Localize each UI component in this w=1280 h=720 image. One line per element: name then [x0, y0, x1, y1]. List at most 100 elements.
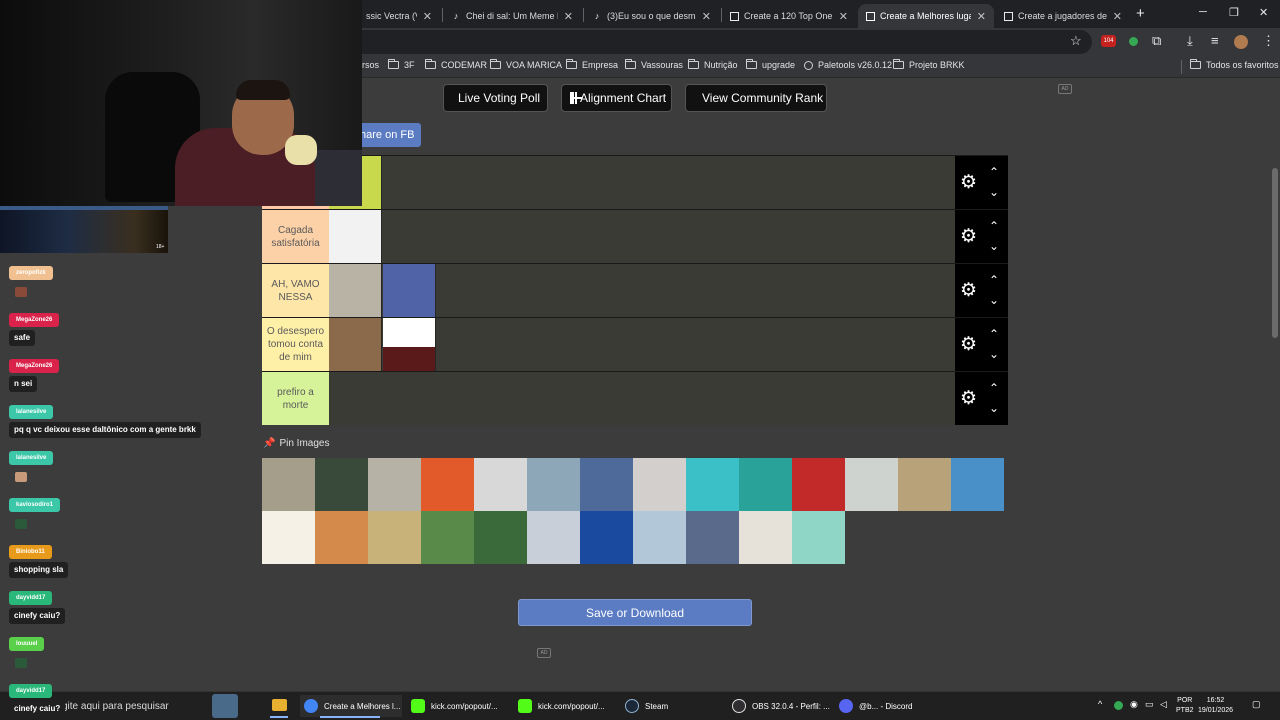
new-tab-icon[interactable]: + — [1136, 5, 1145, 22]
pool-image[interactable] — [580, 511, 633, 564]
tab-close-icon[interactable]: ✕ — [833, 10, 848, 23]
tier-label[interactable]: O desespero tomou conta de mim — [262, 318, 329, 371]
taskbar-app-kick[interactable]: kick.com/popout/... — [407, 695, 509, 717]
taskbar-app-kick[interactable]: kick.com/popout/... — [514, 695, 616, 717]
tier-label[interactable]: AH, VAMO NESSA — [262, 264, 329, 317]
bookmark-folder[interactable]: CODEMAR — [425, 59, 487, 70]
alignment-chart-button[interactable]: Alignment Chart — [561, 84, 672, 112]
gear-icon[interactable]: ⚙ — [960, 227, 977, 247]
taskbar-app-steam[interactable]: Steam — [621, 695, 723, 717]
browser-tab[interactable]: Create a 120 Top One Pie ✕ — [722, 4, 856, 28]
tier-image[interactable] — [329, 264, 382, 317]
bookmark-folder[interactable]: Vassouras — [625, 59, 683, 70]
chevron-down-icon[interactable]: ⌄ — [988, 240, 1000, 252]
chevron-down-icon[interactable]: ⌄ — [988, 402, 1000, 414]
tab-close-icon[interactable]: ✕ — [1107, 10, 1122, 23]
volume-icon[interactable]: ◁ — [1160, 699, 1167, 710]
pool-image[interactable] — [633, 511, 686, 564]
view-community-rank-button[interactable]: View Community Rank — [685, 84, 827, 112]
bookmark-folder[interactable]: Nutrição — [688, 59, 738, 70]
pool-image[interactable] — [686, 458, 739, 511]
extensions-icon[interactable]: ⧉ — [1152, 34, 1161, 48]
all-bookmarks-folder[interactable]: Todos os favoritos — [1190, 59, 1279, 70]
taskbar-app-chrome[interactable]: Create a Melhores l... — [300, 695, 402, 717]
pool-image[interactable] — [315, 458, 368, 511]
download-icon[interactable]: ⤓ — [1187, 34, 1193, 48]
pool-image[interactable] — [262, 511, 315, 564]
bookmark-folder[interactable]: rsos — [362, 60, 379, 70]
file-explorer-icon[interactable] — [272, 699, 287, 711]
pool-image[interactable] — [421, 458, 474, 511]
tier-drop-zone[interactable] — [329, 264, 955, 317]
pool-image[interactable] — [368, 511, 421, 564]
pool-image[interactable] — [580, 458, 633, 511]
pool-image[interactable] — [474, 511, 527, 564]
network-icon[interactable]: ▭ — [1145, 699, 1154, 710]
chevron-up-icon[interactable]: ⌃ — [988, 166, 1000, 178]
pool-image[interactable] — [686, 511, 739, 564]
minimize-icon[interactable]: ─ — [1199, 6, 1207, 18]
tier-drop-zone[interactable] — [329, 210, 955, 263]
live-voting-poll-button[interactable]: Live Voting Poll — [443, 84, 548, 112]
bookmark-star-icon[interactable]: ☆ — [1070, 34, 1082, 48]
tier-image[interactable] — [383, 318, 436, 371]
gear-icon[interactable]: ⚙ — [960, 389, 977, 409]
restore-icon[interactable]: ❐ — [1229, 6, 1239, 19]
pool-image[interactable] — [421, 511, 474, 564]
pool-image[interactable] — [527, 511, 580, 564]
pool-image[interactable] — [474, 458, 527, 511]
bookmark-link[interactable]: Paletools v26.0.12 — [804, 60, 892, 70]
bookmark-folder[interactable]: Projeto BRKK — [893, 59, 965, 70]
chevron-down-icon[interactable]: ⌄ — [988, 294, 1000, 306]
notifications-icon[interactable]: ▢ — [1252, 699, 1261, 710]
pool-image[interactable] — [739, 511, 792, 564]
chevron-down-icon[interactable]: ⌄ — [988, 186, 1000, 198]
pool-image[interactable] — [898, 458, 951, 511]
taskbar-search-input[interactable]: gite aqui para pesquisar — [62, 701, 169, 712]
chevron-up-icon[interactable]: ⌃ — [988, 274, 1000, 286]
pool-image[interactable] — [792, 511, 845, 564]
media-icon[interactable]: ≡ — [1211, 34, 1219, 48]
tier-label[interactable]: Cagada satisfatória — [262, 210, 329, 263]
tab-close-icon[interactable]: ✕ — [558, 10, 573, 23]
bookmark-folder[interactable]: 3F — [388, 59, 415, 70]
scrollbar-thumb[interactable] — [1272, 168, 1278, 338]
chevron-up-icon[interactable]: ⌃ — [988, 220, 1000, 232]
pool-image[interactable] — [739, 458, 792, 511]
bookmark-folder[interactable]: upgrade — [746, 59, 795, 70]
pool-image[interactable] — [633, 458, 686, 511]
tier-label[interactable]: prefiro a morte — [262, 372, 329, 425]
chevron-up-icon[interactable]: ⌃ — [988, 382, 1000, 394]
keyboard-language[interactable]: POR PTB2 — [1176, 696, 1194, 716]
chevron-down-icon[interactable]: ⌄ — [988, 348, 1000, 360]
tier-image[interactable] — [329, 318, 382, 371]
profile-avatar[interactable] — [1234, 35, 1248, 49]
gear-icon[interactable]: ⚙ — [960, 281, 977, 301]
tray-meet-icon[interactable]: ◉ — [1130, 699, 1138, 710]
tray-app-icon[interactable] — [1114, 701, 1123, 710]
bookmark-folder[interactable]: VOA MARICA — [490, 59, 562, 70]
pool-image[interactable] — [845, 458, 898, 511]
tray-chevron-up-icon[interactable]: ^ — [1098, 699, 1102, 709]
gear-icon[interactable]: ⚙ — [960, 335, 977, 355]
pool-image[interactable] — [262, 458, 315, 511]
pool-image[interactable] — [368, 458, 421, 511]
browser-tab[interactable]: ♪ Chei di sal: Um Meme Eng ✕ — [443, 4, 581, 28]
system-clock[interactable]: 16:52 19/01/2026 — [1198, 696, 1233, 716]
taskbar-app-discord[interactable]: @b... - Discord — [835, 695, 937, 717]
extension-badge[interactable]: 104 — [1101, 35, 1116, 47]
tab-close-icon[interactable]: ✕ — [696, 10, 711, 23]
pool-image[interactable] — [951, 458, 1004, 511]
tier-image[interactable] — [383, 264, 436, 317]
chevron-up-icon[interactable]: ⌃ — [988, 328, 1000, 340]
browser-tab[interactable]: Create a jugadores de fut ✕ — [996, 4, 1130, 28]
browser-tab[interactable]: ssic Vectra (Vec ✕ — [358, 4, 440, 28]
save-or-download-button[interactable]: Save or Download — [518, 599, 752, 626]
tier-drop-zone[interactable] — [329, 318, 955, 371]
extension-icon[interactable] — [1129, 37, 1138, 46]
tier-image[interactable] — [329, 210, 382, 263]
tab-close-icon[interactable]: ✕ — [971, 10, 986, 23]
tier-drop-zone[interactable] — [329, 372, 955, 425]
browser-tab[interactable]: ♪ (3)Eu sou o que desmaia ✕ — [584, 4, 719, 28]
menu-icon[interactable]: ⋮ — [1262, 34, 1275, 48]
